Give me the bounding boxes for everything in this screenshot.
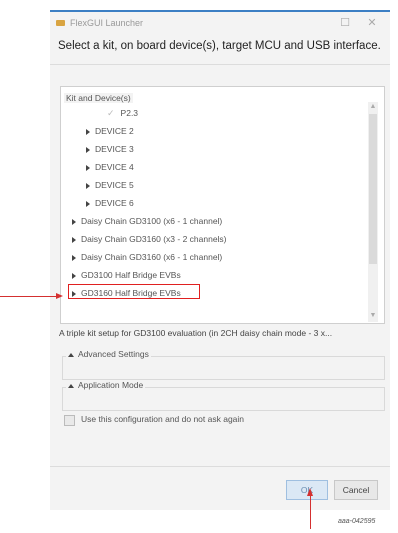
- scroll-down-arrow-icon[interactable]: ▼: [368, 311, 378, 321]
- remember-config-label[interactable]: Use this configuration and do not ask ag…: [81, 414, 244, 424]
- footer-divider: [50, 466, 390, 467]
- tree-item-device-2[interactable]: DEVICE 2: [86, 123, 134, 139]
- expand-triangle-icon: [72, 254, 76, 261]
- window-title: FlexGUI Launcher: [70, 18, 144, 28]
- tree-item-gd3100-half-bridge[interactable]: GD3100 Half Bridge EVBs: [72, 267, 181, 283]
- remember-config-checkbox[interactable]: [64, 415, 75, 426]
- title-bar: FlexGUI Launcher ☐ ✕: [50, 12, 390, 36]
- expand-triangle-icon: [86, 164, 90, 171]
- check-icon: ✓: [107, 108, 115, 118]
- tree-item-daisy-gd3160-x3[interactable]: Daisy Chain GD3160 (x3 - 2 channels): [72, 231, 227, 247]
- figure-id: aaa-042595: [338, 518, 376, 525]
- tree-item-p23[interactable]: ✓ P2.3: [107, 105, 138, 121]
- expand-triangle-icon: [86, 200, 90, 207]
- tree-item-daisy-gd3160-x6[interactable]: Daisy Chain GD3160 (x6 - 1 channel): [72, 249, 222, 265]
- callout-arrow-left: [0, 296, 58, 297]
- expand-triangle-icon: [72, 218, 76, 225]
- tree-item-daisy-gd3100-x6[interactable]: Daisy Chain GD3100 (x6 - 1 channel): [72, 213, 222, 229]
- tree-item-device-5[interactable]: DEVICE 5: [86, 177, 134, 193]
- advanced-settings-toggle[interactable]: Advanced Settings: [66, 349, 151, 359]
- expand-triangle-icon: [72, 272, 76, 279]
- expand-triangle-icon: [86, 128, 90, 135]
- expand-triangle-icon: [86, 182, 90, 189]
- instruction-heading: Select a kit, on board device(s), target…: [58, 40, 381, 52]
- highlight-box: [68, 284, 200, 299]
- application-mode-panel: [62, 387, 385, 411]
- maximize-button[interactable]: ☐: [336, 15, 354, 31]
- kit-section-label: Kit and Device(s): [64, 93, 133, 103]
- collapse-caret-icon: [68, 383, 74, 388]
- close-button[interactable]: ✕: [363, 15, 381, 31]
- kit-description: A triple kit setup for GD3100 evaluation…: [59, 328, 333, 338]
- advanced-settings-panel: [62, 356, 385, 380]
- expand-triangle-icon: [72, 236, 76, 243]
- tree-item-device-6[interactable]: DEVICE 6: [86, 195, 134, 211]
- callout-arrow-bottom: [310, 495, 311, 529]
- collapse-caret-icon: [68, 352, 74, 357]
- launcher-window: FlexGUI Launcher ☐ ✕ Select a kit, on bo…: [50, 10, 390, 510]
- scroll-thumb[interactable]: [369, 114, 377, 264]
- tree-scrollbar[interactable]: ▲ ▼: [368, 102, 378, 322]
- application-mode-toggle[interactable]: Application Mode: [66, 380, 146, 390]
- header-divider: [50, 64, 390, 65]
- tree-item-device-3[interactable]: DEVICE 3: [86, 141, 134, 157]
- callout-arrowhead-bottom: [307, 488, 313, 496]
- callout-arrowhead-left: [56, 293, 63, 299]
- scroll-up-arrow-icon[interactable]: ▲: [368, 102, 378, 112]
- expand-triangle-icon: [86, 146, 90, 153]
- app-icon: [56, 20, 65, 26]
- tree-item-device-4[interactable]: DEVICE 4: [86, 159, 134, 175]
- cancel-button[interactable]: Cancel: [334, 480, 378, 500]
